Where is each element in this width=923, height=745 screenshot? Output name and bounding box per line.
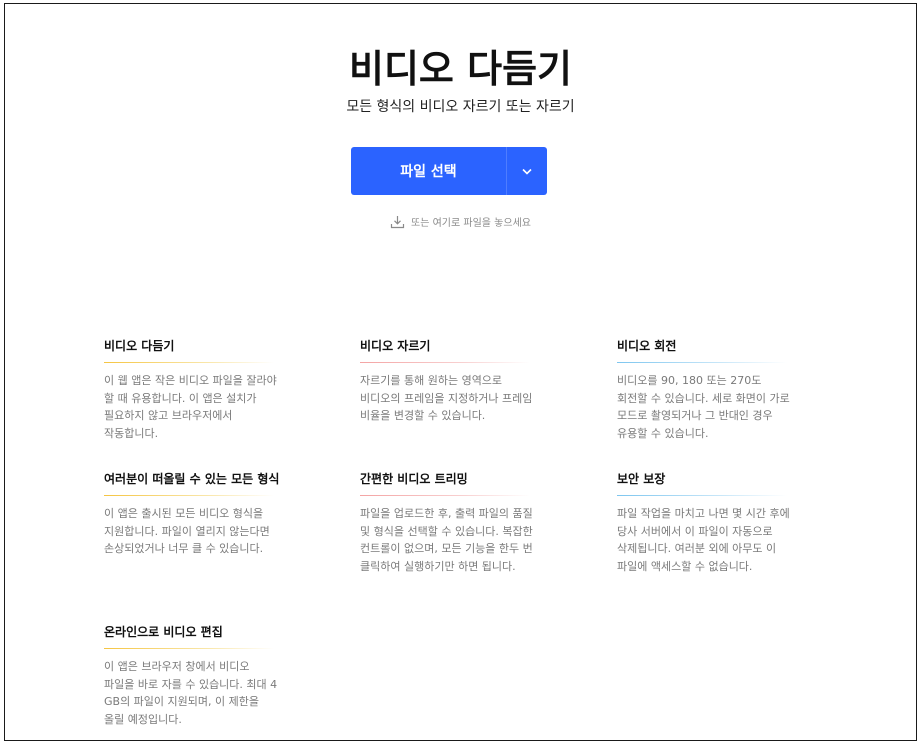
- feature-title: 비디오 다듬기: [104, 339, 175, 353]
- feature-divider: [104, 362, 274, 363]
- feature-crop-video: 비디오 자르기 자르기를 통해 원하는 영역으로 비디오의 프레임을 지정하거나…: [360, 337, 538, 425]
- feature-title: 비디오 자르기: [360, 339, 431, 353]
- feature-title: 간편한 비디오 트리밍: [360, 472, 468, 486]
- feature-security: 보안 보장 파일 작업을 마치고 나면 몇 시간 후에 당사 서버에서 이 파일…: [617, 470, 795, 575]
- feature-divider: [617, 495, 787, 496]
- feature-easy-trimming: 간편한 비디오 트리밍 파일을 업로드한 후, 출력 파일의 품질 및 형식을 …: [360, 470, 538, 575]
- feature-description: 이 앱은 브라우저 창에서 비디오 파일을 바로 자를 수 있습니다. 최대 4…: [104, 660, 278, 726]
- feature-online-editing: 온라인으로 비디오 편집 이 앱은 브라우저 창에서 비디오 파일을 바로 자를…: [104, 623, 282, 728]
- feature-description: 파일을 업로드한 후, 출력 파일의 품질 및 형식을 선택할 수 있습니다. …: [360, 507, 533, 573]
- feature-divider: [104, 495, 274, 496]
- feature-divider: [104, 648, 274, 649]
- download-icon: [390, 215, 405, 228]
- feature-description: 이 앱은 출시된 모든 비디오 형식을 지원합니다. 파일이 열리지 않는다면 …: [104, 507, 270, 555]
- chevron-down-icon: [522, 168, 532, 175]
- page-subtitle: 모든 형식의 비디오 자르기 또는 자르기: [346, 99, 575, 115]
- feature-description: 이 웹 앱은 작은 비디오 파일을 잘라야 할 때 유용합니다. 이 앱은 설치…: [104, 374, 277, 440]
- page-title: 비디오 다듬기: [349, 47, 572, 91]
- feature-description: 비디오를 90, 180 또는 270도 회전할 수 있습니다. 세로 화면이 …: [617, 374, 790, 440]
- feature-description: 파일 작업을 마치고 나면 몇 시간 후에 당사 서버에서 이 파일이 자동으로…: [617, 507, 790, 573]
- feature-title: 보안 보장: [617, 472, 666, 486]
- drop-hint-text: 또는 여기로 파일을 놓으세요: [411, 218, 531, 229]
- upload-options-button[interactable]: [507, 147, 547, 195]
- feature-title: 여러분이 떠올릴 수 있는 모든 형식: [104, 472, 280, 486]
- app-window: 비디오 다듬기 모든 형식의 비디오 자르기 또는 자르기 파일 선택 또는 여…: [4, 3, 917, 741]
- feature-divider: [360, 495, 530, 496]
- feature-title: 온라인으로 비디오 편집: [104, 625, 223, 639]
- feature-all-formats: 여러분이 떠올릴 수 있는 모든 형식 이 앱은 출시된 모든 비디오 형식을 …: [104, 470, 282, 558]
- drop-zone-hint: 또는 여기로 파일을 놓으세요: [5, 214, 916, 229]
- upload-button-group: 파일 선택: [351, 147, 547, 195]
- choose-file-button[interactable]: 파일 선택: [351, 147, 506, 195]
- feature-title: 비디오 회전: [617, 339, 677, 353]
- feature-rotate-video: 비디오 회전 비디오를 90, 180 또는 270도 회전할 수 있습니다. …: [617, 337, 795, 442]
- feature-divider: [617, 362, 787, 363]
- feature-description: 자르기를 통해 원하는 영역으로 비디오의 프레임을 지정하거나 프레임 비율을…: [360, 374, 533, 422]
- feature-divider: [360, 362, 530, 363]
- feature-trim-video: 비디오 다듬기 이 웹 앱은 작은 비디오 파일을 잘라야 할 때 유용합니다.…: [104, 337, 282, 442]
